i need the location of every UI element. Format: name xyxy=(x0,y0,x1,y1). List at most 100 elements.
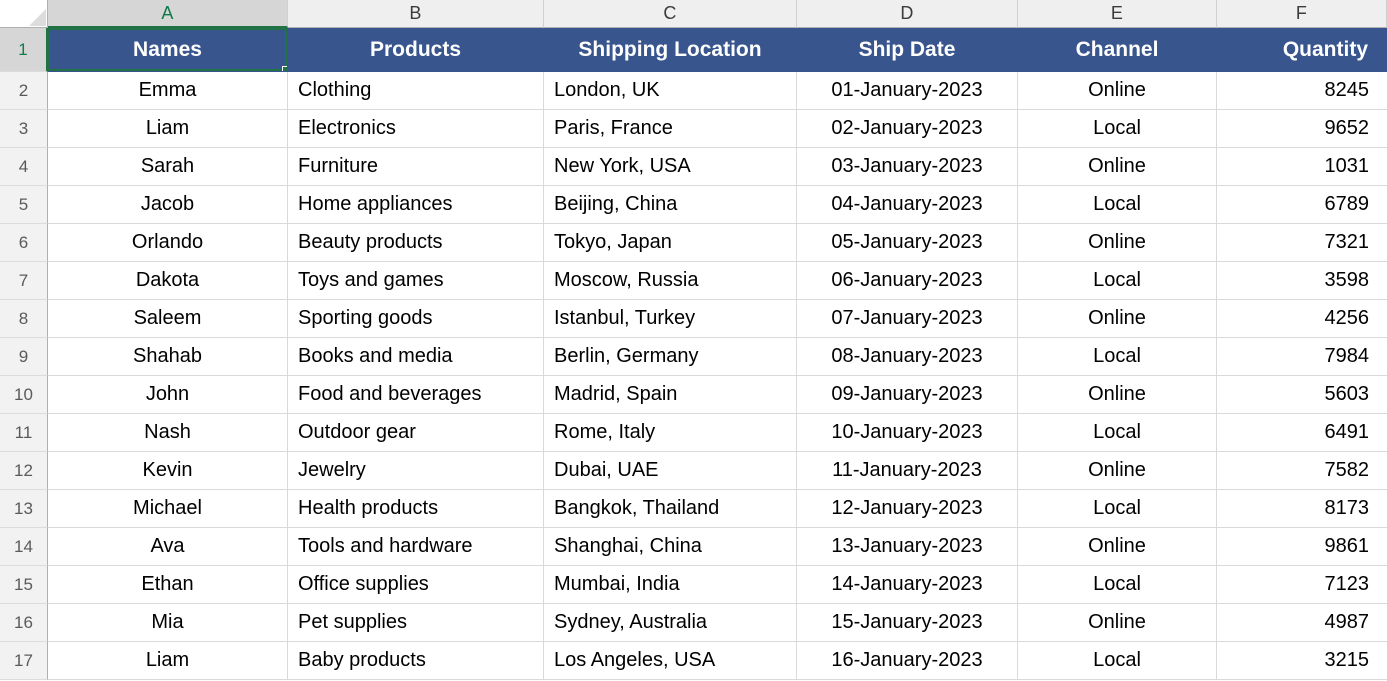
table-header-cell[interactable]: Channel xyxy=(1018,28,1217,72)
select-all-corner[interactable] xyxy=(0,0,48,28)
column-header-b[interactable]: B xyxy=(288,0,544,28)
table-cell[interactable]: 7984 xyxy=(1217,338,1387,376)
table-cell[interactable]: Outdoor gear xyxy=(288,414,544,452)
row-header-11[interactable]: 11 xyxy=(0,414,48,452)
row-header-8[interactable]: 8 xyxy=(0,300,48,338)
spreadsheet-grid[interactable]: A B C D E F 1 Names Products Shipping Location Shi… xyxy=(0,0,1387,681)
table-cell[interactable]: Home appliances xyxy=(288,186,544,224)
column-header-a[interactable]: A xyxy=(48,0,288,28)
table-cell[interactable]: Local xyxy=(1018,110,1217,148)
table-cell[interactable]: Shanghai, China xyxy=(544,528,797,566)
table-cell[interactable]: Ethan xyxy=(48,566,288,604)
table-cell[interactable]: 06-January-2023 xyxy=(797,262,1018,300)
table-cell[interactable]: 7582 xyxy=(1217,452,1387,490)
table-cell[interactable]: 4987 xyxy=(1217,604,1387,642)
table-cell[interactable]: Online xyxy=(1018,452,1217,490)
table-cell[interactable]: Nash xyxy=(48,414,288,452)
table-cell[interactable]: Online xyxy=(1018,148,1217,186)
table-cell[interactable]: Local xyxy=(1018,490,1217,528)
table-cell[interactable]: Jacob xyxy=(48,186,288,224)
table-cell[interactable]: Moscow, Russia xyxy=(544,262,797,300)
table-header-cell[interactable]: Shipping Location xyxy=(544,28,797,72)
table-cell[interactable]: Madrid, Spain xyxy=(544,376,797,414)
row-header-6[interactable]: 6 xyxy=(0,224,48,262)
table-cell[interactable]: Local xyxy=(1018,414,1217,452)
table-cell[interactable]: Berlin, Germany xyxy=(544,338,797,376)
table-cell[interactable]: Toys and games xyxy=(288,262,544,300)
table-cell[interactable]: Ava xyxy=(48,528,288,566)
table-cell[interactable]: Jewelry xyxy=(288,452,544,490)
row-header-2[interactable]: 2 xyxy=(0,72,48,110)
table-cell[interactable]: Liam xyxy=(48,110,288,148)
table-cell[interactable]: New York, USA xyxy=(544,148,797,186)
table-cell[interactable]: Michael xyxy=(48,490,288,528)
table-cell[interactable]: Health products xyxy=(288,490,544,528)
table-cell[interactable]: Online xyxy=(1018,72,1217,110)
table-cell[interactable]: Shahab xyxy=(48,338,288,376)
table-header-cell[interactable]: Names xyxy=(48,28,288,72)
table-cell[interactable]: 14-January-2023 xyxy=(797,566,1018,604)
table-cell[interactable]: Bangkok, Thailand xyxy=(544,490,797,528)
table-cell[interactable]: 5603 xyxy=(1217,376,1387,414)
table-cell[interactable]: 10-January-2023 xyxy=(797,414,1018,452)
table-cell[interactable]: Saleem xyxy=(48,300,288,338)
table-cell[interactable]: Online xyxy=(1018,224,1217,262)
table-cell[interactable]: 6491 xyxy=(1217,414,1387,452)
table-cell[interactable]: 4256 xyxy=(1217,300,1387,338)
table-cell[interactable]: Los Angeles, USA xyxy=(544,642,797,680)
table-cell[interactable]: 01-January-2023 xyxy=(797,72,1018,110)
table-cell[interactable]: 9652 xyxy=(1217,110,1387,148)
table-cell[interactable]: Furniture xyxy=(288,148,544,186)
table-cell[interactable]: 3215 xyxy=(1217,642,1387,680)
table-cell[interactable]: 15-January-2023 xyxy=(797,604,1018,642)
table-cell[interactable]: 1031 xyxy=(1217,148,1387,186)
row-header-15[interactable]: 15 xyxy=(0,566,48,604)
table-cell[interactable]: Kevin xyxy=(48,452,288,490)
table-cell[interactable]: Orlando xyxy=(48,224,288,262)
column-header-d[interactable]: D xyxy=(797,0,1018,28)
table-cell[interactable]: Local xyxy=(1018,642,1217,680)
table-cell[interactable]: Tokyo, Japan xyxy=(544,224,797,262)
table-cell[interactable]: 7123 xyxy=(1217,566,1387,604)
row-header-17[interactable]: 17 xyxy=(0,642,48,680)
column-header-e[interactable]: E xyxy=(1018,0,1217,28)
column-header-f[interactable]: F xyxy=(1217,0,1387,28)
row-header-10[interactable]: 10 xyxy=(0,376,48,414)
table-cell[interactable]: Sporting goods xyxy=(288,300,544,338)
table-cell[interactable]: 09-January-2023 xyxy=(797,376,1018,414)
table-cell[interactable]: Clothing xyxy=(288,72,544,110)
row-header-4[interactable]: 4 xyxy=(0,148,48,186)
row-header-13[interactable]: 13 xyxy=(0,490,48,528)
row-header-5[interactable]: 5 xyxy=(0,186,48,224)
table-cell[interactable]: Food and beverages xyxy=(288,376,544,414)
table-cell[interactable]: 16-January-2023 xyxy=(797,642,1018,680)
table-cell[interactable]: Tools and hardware xyxy=(288,528,544,566)
table-cell[interactable]: 11-January-2023 xyxy=(797,452,1018,490)
row-header-1[interactable]: 1 xyxy=(0,28,48,72)
table-cell[interactable]: 7321 xyxy=(1217,224,1387,262)
table-cell[interactable]: 08-January-2023 xyxy=(797,338,1018,376)
row-header-14[interactable]: 14 xyxy=(0,528,48,566)
row-header-7[interactable]: 7 xyxy=(0,262,48,300)
table-cell[interactable]: Local xyxy=(1018,566,1217,604)
table-header-cell[interactable]: Quantity xyxy=(1217,28,1387,72)
table-header-cell[interactable]: Ship Date xyxy=(797,28,1018,72)
table-cell[interactable]: Sydney, Australia xyxy=(544,604,797,642)
table-cell[interactable]: Beijing, China xyxy=(544,186,797,224)
table-cell[interactable]: Emma xyxy=(48,72,288,110)
row-header-9[interactable]: 9 xyxy=(0,338,48,376)
table-cell[interactable]: Office supplies xyxy=(288,566,544,604)
row-header-3[interactable]: 3 xyxy=(0,110,48,148)
table-header-cell[interactable]: Products xyxy=(288,28,544,72)
table-cell[interactable]: 04-January-2023 xyxy=(797,186,1018,224)
table-cell[interactable]: 02-January-2023 xyxy=(797,110,1018,148)
table-cell[interactable]: Books and media xyxy=(288,338,544,376)
table-cell[interactable]: Electronics xyxy=(288,110,544,148)
table-cell[interactable]: Sarah xyxy=(48,148,288,186)
table-cell[interactable]: Paris, France xyxy=(544,110,797,148)
table-cell[interactable]: Istanbul, Turkey xyxy=(544,300,797,338)
table-cell[interactable]: 13-January-2023 xyxy=(797,528,1018,566)
table-cell[interactable]: Local xyxy=(1018,262,1217,300)
table-cell[interactable]: Local xyxy=(1018,186,1217,224)
table-cell[interactable]: Local xyxy=(1018,338,1217,376)
